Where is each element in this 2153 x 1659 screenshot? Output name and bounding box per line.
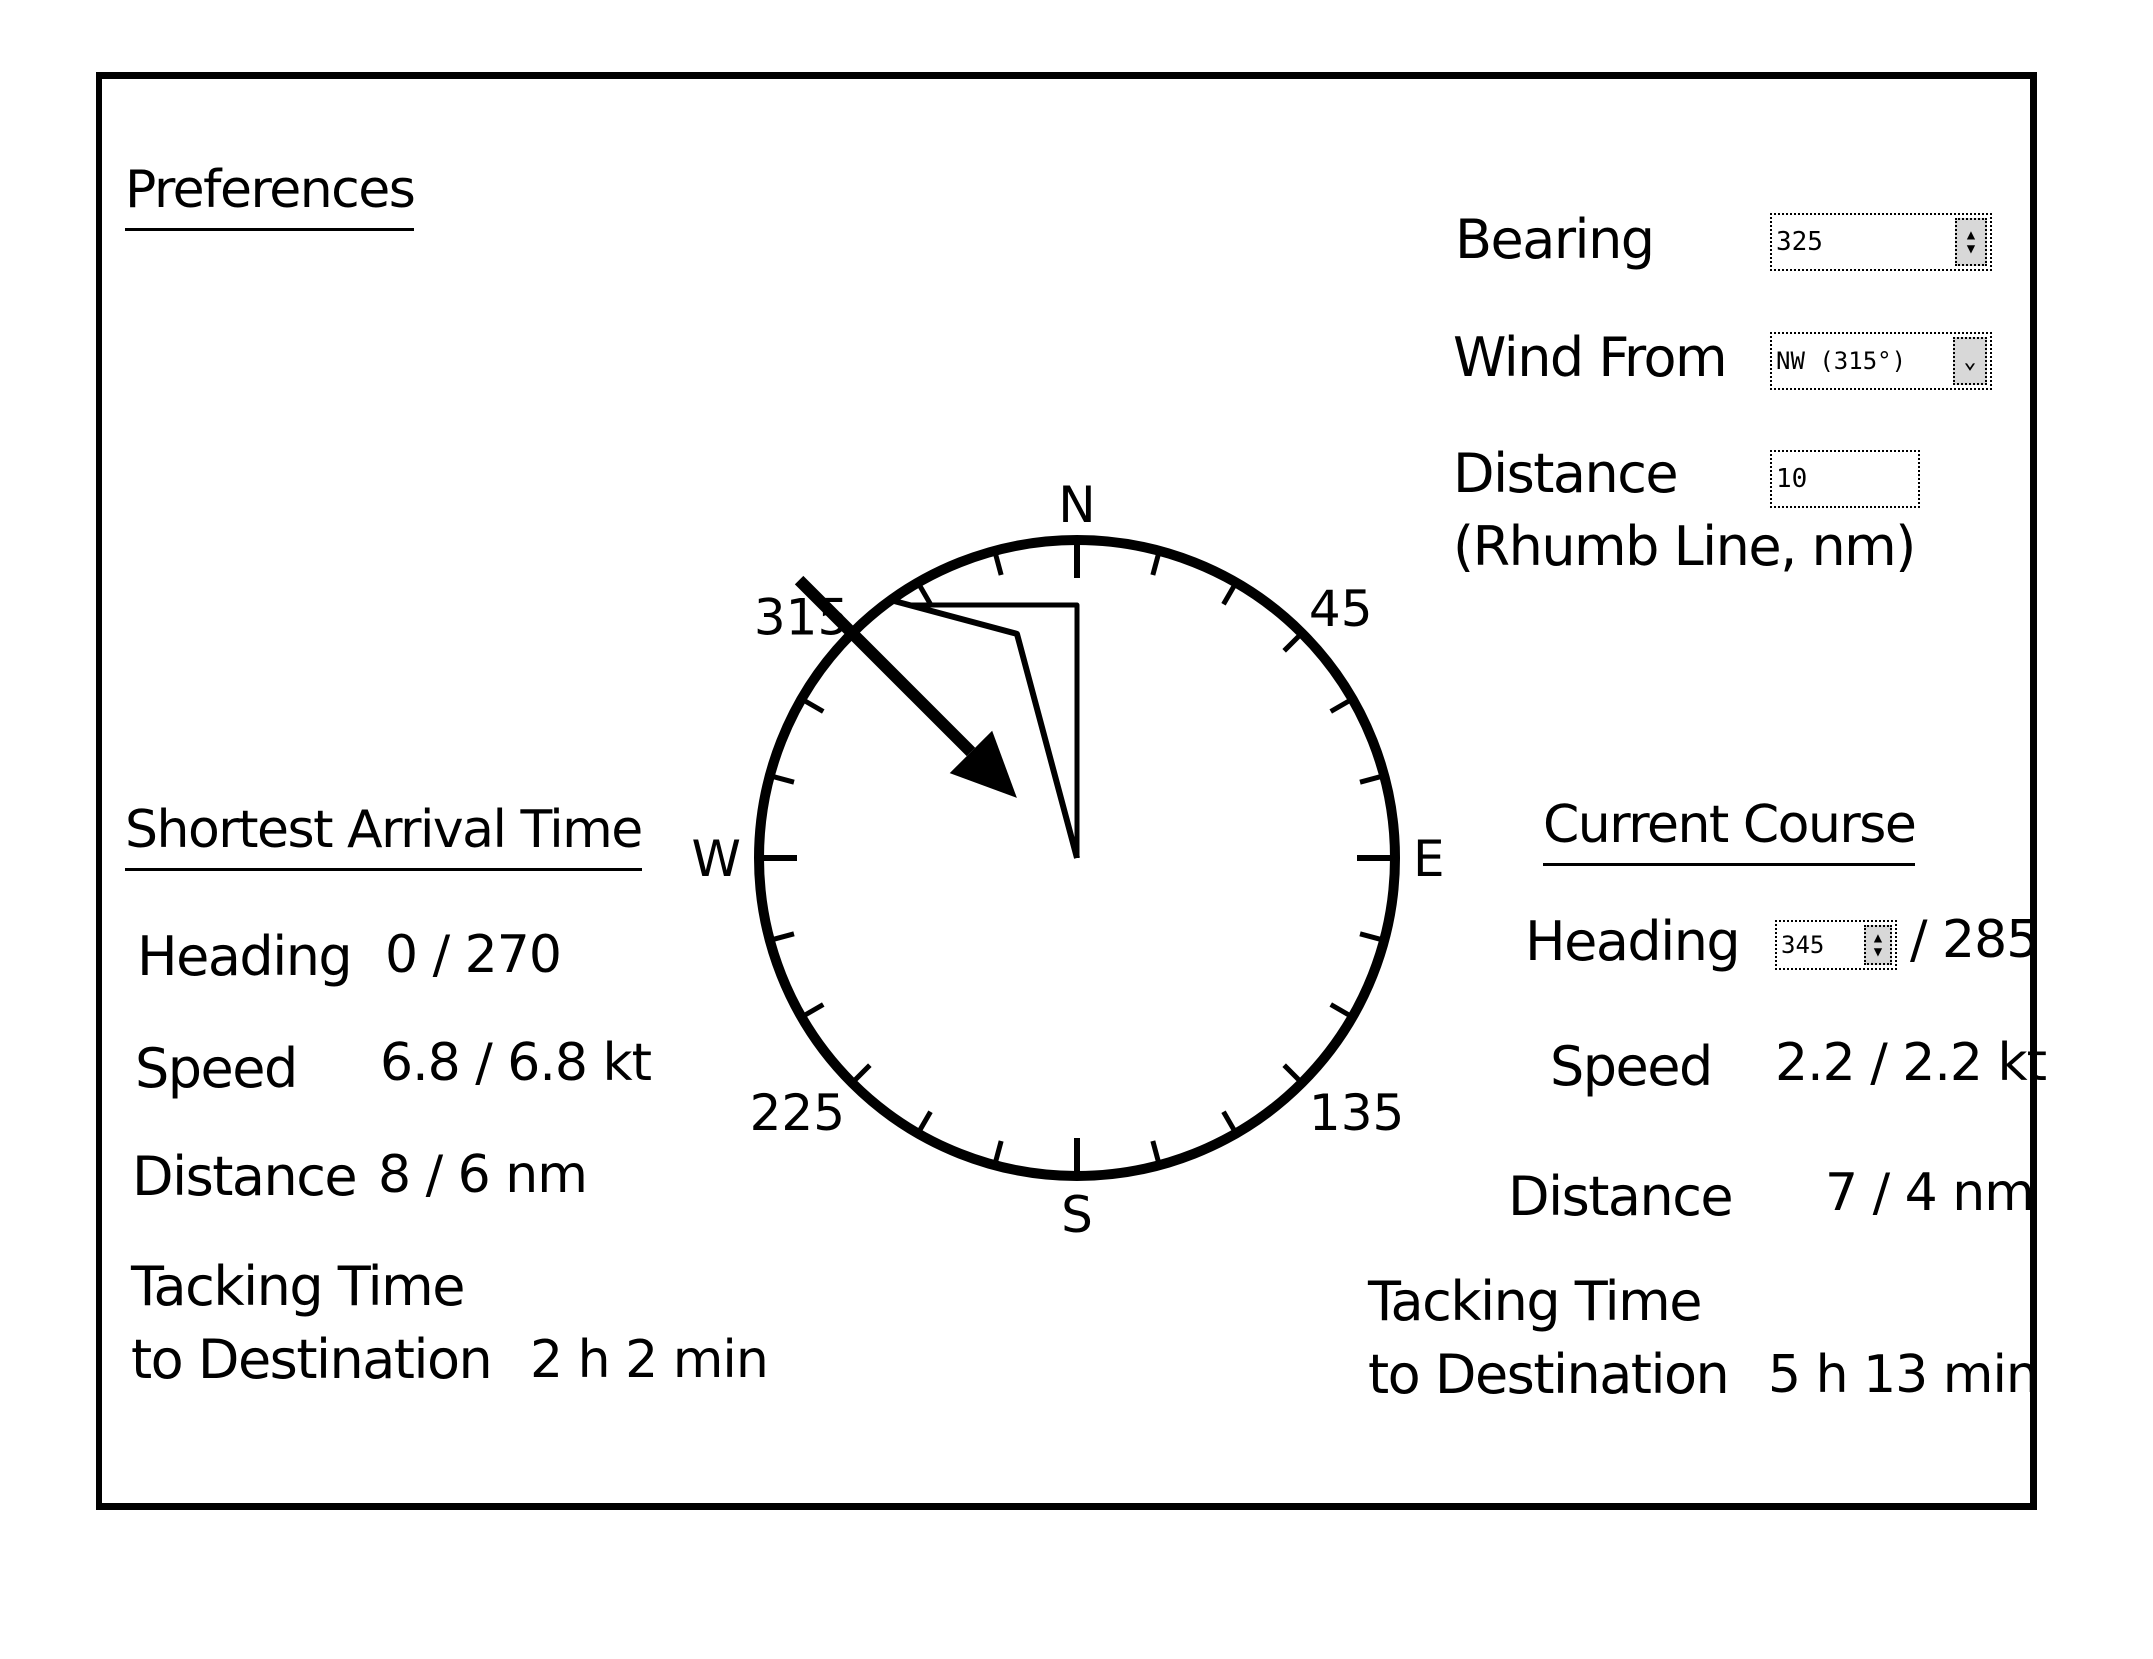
current-distance-label: Distance [1508,1165,1734,1228]
current-course-line [889,597,1080,859]
current-tacking-value: 5 h 13 min [1768,1345,2039,1405]
shortest-tacking-label-2: to Destination [131,1328,493,1391]
current-heading-value: 345 [1781,931,1825,959]
current-tacking-label-2: to Destination [1368,1343,1730,1406]
compass-label-45: 45 [1309,580,1373,638]
shortest-tacking-value: 2 h 2 min [530,1330,769,1390]
shortest-speed-value: 6.8 / 6.8 kt [380,1033,652,1093]
compass-label-135: 135 [1309,1084,1404,1142]
compass-label-225: 225 [750,1084,845,1142]
compass-label-315: 315 [754,588,849,646]
shortest-tacking-label-1: Tacking Time [131,1255,465,1318]
current-title: Current Course [1543,795,1917,866]
current-speed-value: 2.2 / 2.2 kt [1775,1033,2047,1093]
compass-label-e: E [1413,830,1445,888]
current-heading-label: Heading [1525,910,1741,973]
shortest-heading-value: 0 / 270 [385,925,562,985]
spin-arrows-icon[interactable]: ▲ ▼ [1864,925,1892,965]
shortest-heading-label: Heading [137,925,353,988]
current-heading-suffix: / 285 [1910,910,2039,970]
shortest-distance-value: 8 / 6 nm [378,1145,588,1205]
compass-label-n: N [1058,476,1095,534]
current-distance-value: 7 / 4 nm [1825,1163,2035,1223]
shortest-title: Shortest Arrival Time [125,800,643,871]
compass-label-w: W [692,830,741,888]
current-heading-spinbox[interactable]: 345 ▲ ▼ [1775,920,1897,970]
shortest-speed-label: Speed [135,1037,298,1100]
shortest-distance-label: Distance [132,1145,358,1208]
compass-label-s: S [1061,1186,1093,1244]
current-speed-label: Speed [1550,1035,1713,1098]
current-tacking-label-1: Tacking Time [1368,1270,1702,1333]
